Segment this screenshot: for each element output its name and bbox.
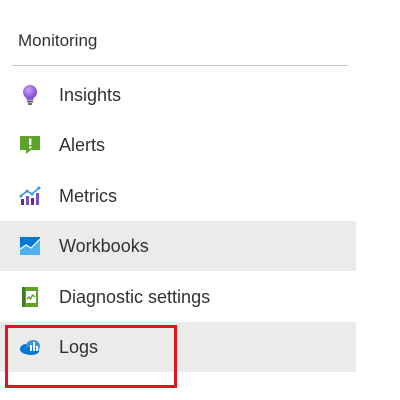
menu-item-label: Diagnostic settings — [59, 286, 211, 307]
menu-item-label: Insights — [59, 84, 122, 105]
menu-item-metrics[interactable]: Metrics — [0, 171, 356, 221]
diagnostic-settings-icon — [18, 285, 42, 309]
menu-item-label: Workbooks — [59, 235, 149, 256]
section-header: Monitoring — [18, 31, 98, 50]
menu-item-label: Alerts — [59, 134, 106, 155]
workbooks-icon — [18, 234, 42, 258]
menu-item-diagnostic-settings[interactable]: Diagnostic settings — [0, 272, 356, 322]
lightbulb-icon — [18, 83, 42, 107]
logs-icon — [18, 335, 42, 359]
monitoring-menu: Monitoring Insights Alerts Metrics Workb… — [0, 0, 400, 400]
section-divider — [12, 65, 348, 66]
menu-item-logs[interactable]: Logs — [0, 322, 356, 372]
metrics-icon — [18, 184, 42, 208]
menu-item-label: Logs — [59, 336, 99, 357]
menu-item-insights[interactable]: Insights — [0, 70, 356, 120]
menu-item-workbooks[interactable]: Workbooks — [0, 221, 356, 271]
menu-item-label: Metrics — [59, 185, 117, 206]
menu-item-alerts[interactable]: Alerts — [0, 120, 356, 170]
alert-icon — [18, 133, 42, 157]
